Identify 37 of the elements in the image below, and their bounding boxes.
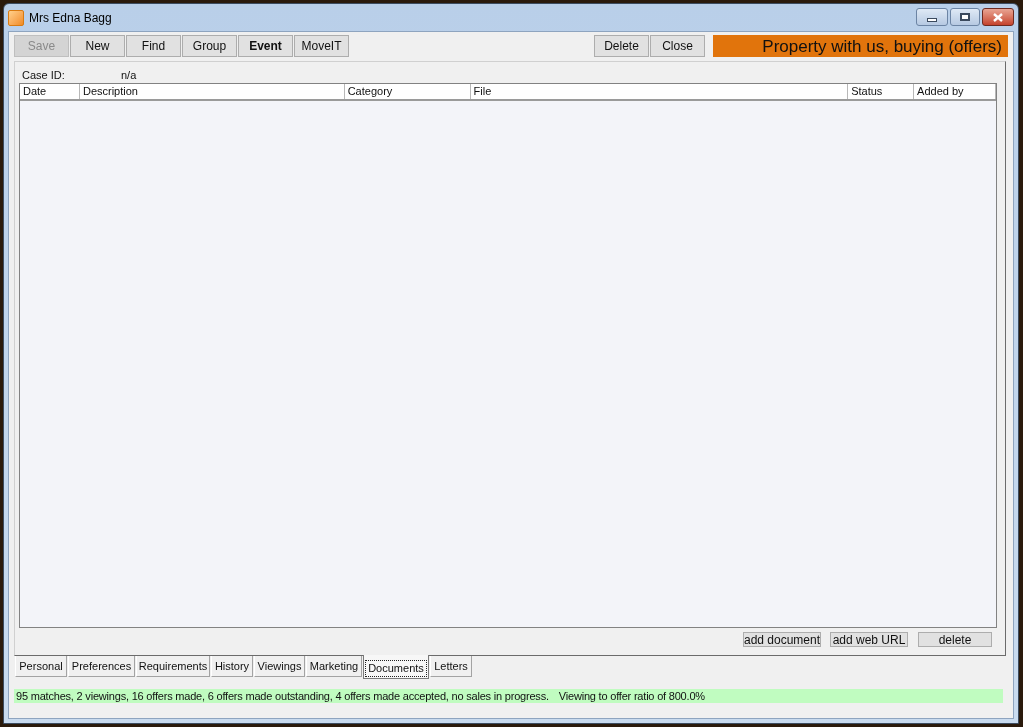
toolbar-button[interactable]: Event [238, 35, 293, 57]
restore-icon [960, 13, 970, 21]
status-banner: Property with us, buying (offers) [713, 35, 1008, 57]
minimize-button[interactable] [916, 8, 948, 26]
column-header[interactable]: Status [848, 84, 915, 99]
tab[interactable]: Viewings [254, 656, 305, 677]
column-header[interactable]: Category [344, 84, 471, 99]
column-header[interactable]: Date [20, 84, 80, 99]
status-summary: 95 matches, 2 viewings, 16 offers made, 6 offers made outstanding, 4 offers made accepted, no sales in progress. [16, 690, 549, 702]
toolbar-button[interactable]: Find [126, 35, 181, 57]
tab[interactable]: Requirements [136, 656, 210, 677]
minimize-icon [927, 17, 937, 22]
toolbar-button[interactable]: Group [182, 35, 237, 57]
action-button[interactable]: delete [918, 632, 992, 647]
toolbar-button[interactable]: Delete [594, 35, 649, 57]
action-button[interactable]: add document [743, 632, 821, 647]
column-header[interactable]: Description [79, 84, 345, 99]
column-header[interactable]: File [470, 84, 849, 99]
maximize-button[interactable] [950, 8, 980, 26]
toolbar-button[interactable]: MoveIT [294, 35, 349, 57]
field-value: n/a [121, 70, 137, 81]
toolbar-button[interactable]: New [70, 35, 125, 57]
action-button[interactable]: add web URL [830, 632, 908, 647]
toolbar-button[interactable]: Close [650, 35, 705, 57]
tab[interactable]: History [211, 656, 253, 677]
tab[interactable]: Documents [363, 655, 429, 679]
column-header[interactable]: Added by [914, 84, 996, 99]
field-label: Case ID: [22, 70, 66, 81]
tab[interactable]: Marketing [306, 656, 362, 677]
window-title: Mrs Edna Bagg [29, 9, 112, 27]
app-icon [8, 9, 24, 26]
tab[interactable]: Personal [15, 656, 67, 677]
tab[interactable]: Letters [430, 656, 472, 677]
status-ratio: Viewing to offer ratio of 800.0% [558, 690, 705, 702]
close-icon [993, 12, 1003, 22]
close-button[interactable] [982, 8, 1014, 26]
tab[interactable]: Preferences [68, 656, 135, 677]
